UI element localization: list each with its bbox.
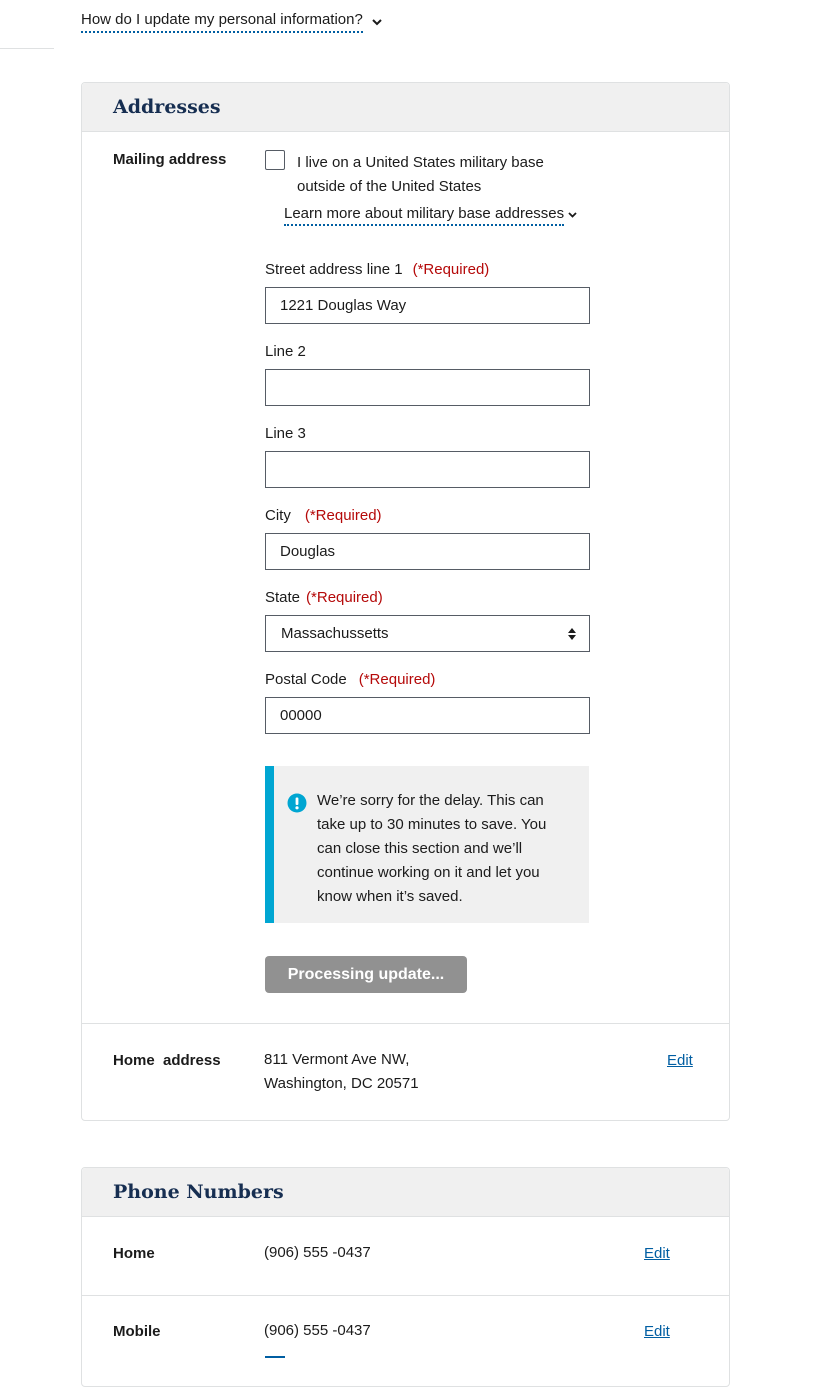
- line2-label: Line 2: [265, 343, 306, 360]
- mailing-address-label: Mailing address: [113, 151, 227, 168]
- home-address-label: Home address: [113, 1052, 221, 1069]
- chevron-down-icon[interactable]: [370, 15, 384, 29]
- chevron-down-icon[interactable]: [566, 208, 579, 221]
- addresses-title: Addresses: [113, 96, 221, 118]
- line3-input[interactable]: [265, 451, 590, 488]
- select-arrows-icon: [568, 628, 576, 640]
- processing-update-button[interactable]: Processing update...: [265, 956, 467, 993]
- phone-home-value: (906) 555 -0437: [264, 1244, 371, 1261]
- home-address-line1: 811 Vermont Ave NW,: [264, 1051, 410, 1068]
- edit-home-address-link[interactable]: Edit: [667, 1052, 693, 1069]
- state-select[interactable]: Massachussetts: [265, 615, 590, 652]
- required-marker: (*Required): [306, 589, 383, 606]
- required-marker: (*Required): [304, 507, 382, 524]
- city-label-text: City: [265, 507, 291, 524]
- mobile-text-checkbox[interactable]: [265, 1356, 285, 1360]
- street1-label: Street address line 1 (*Required): [265, 261, 489, 278]
- delay-info-alert: We’re sorry for the delay. This can take…: [265, 766, 589, 923]
- city-input[interactable]: [265, 533, 590, 570]
- street1-label-text: Street address line 1: [265, 261, 403, 278]
- phone-numbers-card: Phone Numbers: [81, 1167, 730, 1387]
- line2-input[interactable]: [265, 369, 590, 406]
- alert-message: We’re sorry for the delay. This can take…: [317, 792, 547, 905]
- phone-mobile-label: Mobile: [113, 1323, 161, 1340]
- faq-personal-info-link[interactable]: How do I update my personal information?: [81, 11, 363, 33]
- edit-home-phone-link[interactable]: Edit: [644, 1245, 670, 1262]
- postal-label: Postal Code (*Required): [265, 671, 435, 688]
- street1-input[interactable]: [265, 287, 590, 324]
- sidebar-divider: [0, 48, 54, 49]
- postal-label-text: Postal Code: [265, 671, 347, 688]
- phone-mobile-value: (906) 555 -0437: [264, 1322, 371, 1339]
- phone-numbers-title: Phone Numbers: [113, 1181, 284, 1203]
- phone-numbers-card-header: Phone Numbers: [82, 1168, 729, 1217]
- line3-label: Line 3: [265, 425, 306, 442]
- addresses-row-divider: [82, 1023, 729, 1024]
- city-label: City (*Required): [265, 507, 382, 524]
- state-label: State (*Required): [265, 589, 383, 606]
- phone-home-label: Home: [113, 1245, 155, 1262]
- military-base-checkbox[interactable]: [265, 150, 285, 170]
- alert-accent-bar: [265, 766, 274, 923]
- military-base-checkbox-label[interactable]: I live on a United States military base …: [297, 151, 567, 199]
- info-exclamation-icon: [287, 793, 307, 813]
- required-marker: (*Required): [412, 261, 490, 278]
- required-marker: (*Required): [358, 671, 436, 688]
- postal-code-input[interactable]: [265, 697, 590, 734]
- phone-row-divider: [82, 1295, 729, 1296]
- edit-mobile-phone-link[interactable]: Edit: [644, 1323, 670, 1340]
- learn-more-military-link[interactable]: Learn more about military base addresses: [284, 205, 565, 226]
- addresses-card-header: Addresses: [82, 83, 729, 132]
- home-address-line2: Washington, DC 20571: [264, 1075, 419, 1092]
- state-select-value: Massachussetts: [281, 625, 389, 642]
- state-label-text: State: [265, 589, 301, 606]
